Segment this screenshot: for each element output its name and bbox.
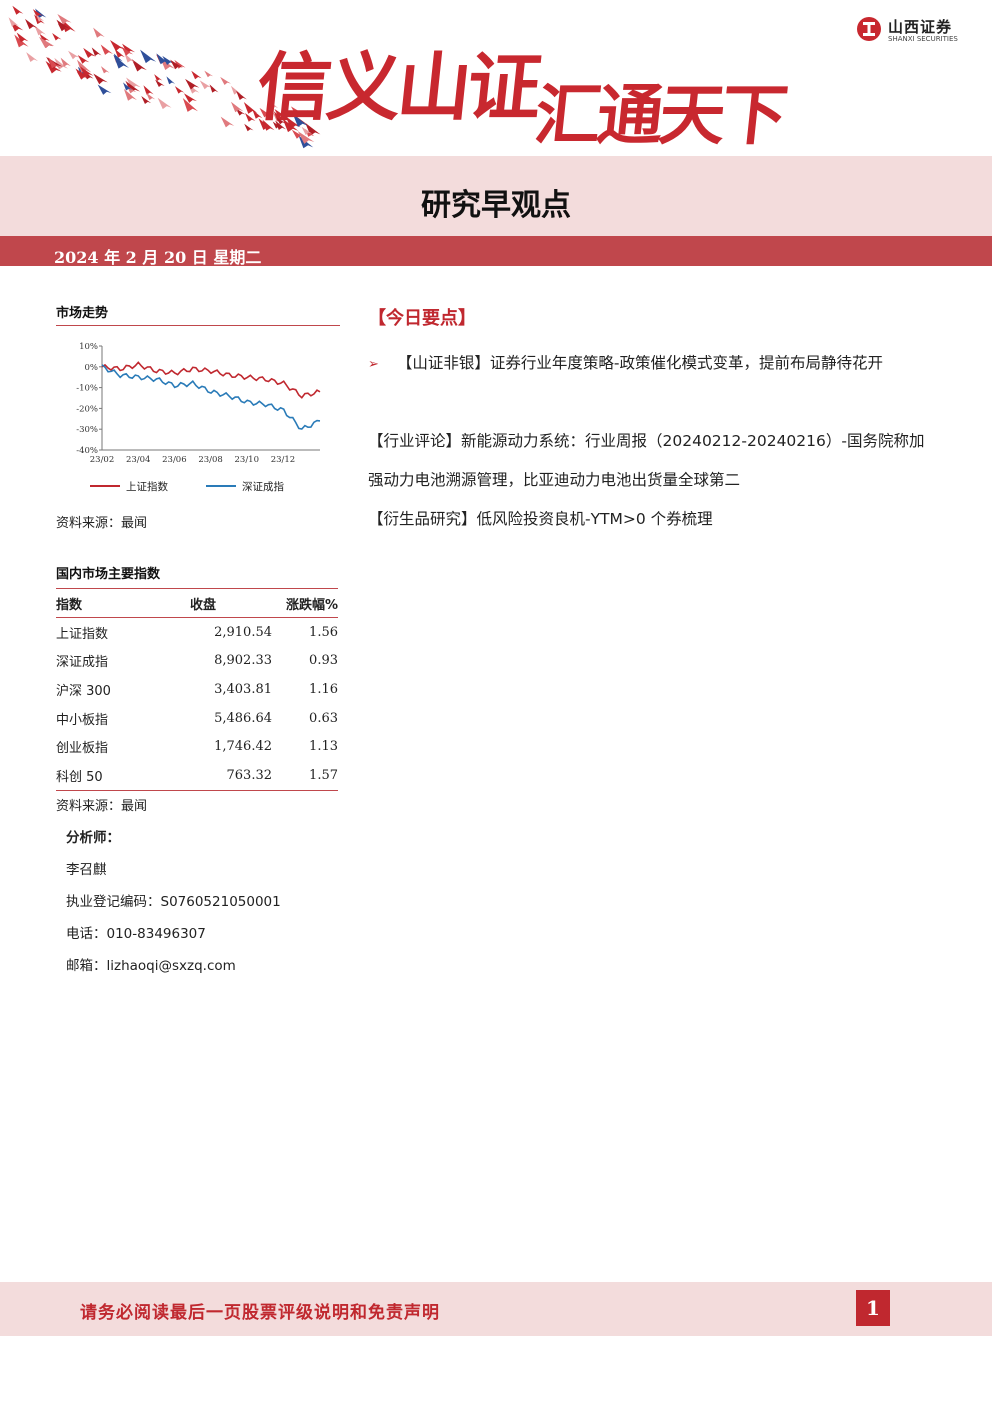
highlight-item-2[interactable]: 【行业评论】新能源动力系统：行业周报（20240212-20240216）-国务…	[368, 422, 938, 500]
highlights-heading: 【今日要点】	[368, 308, 476, 329]
logo-icon	[857, 17, 881, 41]
highlight-text-2: 【行业评论】新能源动力系统：行业周报（20240212-20240216）-国务…	[368, 432, 925, 489]
arrow-shape	[191, 70, 202, 80]
table-row: 创业板指 1,746.42 1.13	[56, 732, 338, 761]
index-name-cell: 创业板指	[56, 741, 109, 757]
slogan-part2: 汇通天下	[531, 76, 788, 154]
arrow-shape	[220, 76, 231, 86]
analyst-name: 李召麒	[66, 862, 107, 878]
analyst-label: 分析师：	[66, 830, 120, 846]
index-name-cell: 沪深 300	[56, 683, 111, 699]
analyst-registration: 执业登记编码：S0760521050001	[66, 894, 281, 910]
arrow-shape	[100, 44, 114, 55]
page-number: 1	[856, 1290, 890, 1326]
col-close: 收盘	[176, 588, 272, 618]
table-row: 中小板指 5,486.64 0.63	[56, 704, 338, 733]
change-cell: 1.57	[272, 760, 338, 791]
arrow-shape	[93, 27, 105, 38]
table-source: 资料来源：最闻	[56, 799, 148, 814]
change-cell: 1.16	[309, 681, 338, 697]
close-cell: 5,486.64	[214, 710, 272, 726]
close-cell: 763.32	[176, 760, 272, 791]
arrow-shape	[25, 18, 38, 30]
index-name-cell: 中小板指	[56, 712, 109, 728]
table-row: 上证指数 2,910.54 1.56	[56, 618, 338, 647]
x-tick-label: 23/02	[90, 455, 115, 465]
y-tick-label: 10%	[79, 342, 98, 352]
highlight-text-3: 【衍生品研究】低风险投资良机-YTM>0 个券梳理	[368, 510, 713, 528]
analyst-phone: 电话：010-83496307	[66, 926, 206, 942]
highlight-item-3[interactable]: 【衍生品研究】低风险投资良机-YTM>0 个券梳理	[368, 500, 938, 539]
arrow-shape	[157, 97, 172, 110]
disclaimer-note[interactable]: 请务必阅读最后一页股票评级说明和免责声明	[80, 1298, 440, 1323]
index-name-cell: 科创 50	[56, 760, 176, 791]
market-trend-heading: 市场走势	[56, 302, 340, 326]
change-cell: 0.93	[309, 653, 338, 669]
highlight-text-1: 【山证非银】证券行业年度策略-政策催化模式变革，提前布局静待花开	[396, 354, 884, 372]
arrow-shape	[12, 5, 24, 15]
arrow-shape	[166, 76, 176, 85]
arrow-shape	[93, 73, 108, 85]
close-cell: 2,910.54	[214, 624, 272, 640]
arrow-shape	[140, 49, 157, 64]
change-cell: 1.56	[309, 624, 338, 640]
arrow-shape	[100, 66, 110, 74]
arrow-shape	[91, 47, 102, 56]
arrow-shape	[155, 79, 165, 88]
arrow-bullet-icon: ➢	[368, 357, 379, 372]
arrow-shape	[174, 86, 185, 94]
col-index: 指数	[56, 588, 176, 618]
arrow-shape	[34, 25, 46, 36]
table-row: 科创 50 763.32 1.57	[56, 760, 338, 791]
indices-heading: 国内市场主要指数	[56, 567, 161, 582]
highlight-item-1[interactable]: ➢ 【山证非银】证券行业年度策略-政策催化模式变革，提前布局静待花开	[368, 344, 938, 384]
table-row: 深证成指 8,902.33 0.93	[56, 647, 338, 676]
analyst-email[interactable]: 邮箱：lizhaoqi@sxzq.com	[66, 954, 236, 974]
table-header-row: 指数 收盘 涨跌幅%	[56, 588, 338, 618]
y-tick-label: -10%	[76, 384, 98, 394]
index-name-cell: 深证成指	[56, 655, 109, 671]
change-cell: 0.63	[309, 710, 338, 726]
chart-source: 资料来源：最闻	[56, 516, 148, 531]
x-tick-label: 23/10	[235, 455, 260, 465]
series-line-2	[101, 364, 321, 430]
table-row: 沪深 300 3,403.81 1.16	[56, 675, 338, 704]
arrow-shape	[122, 43, 136, 54]
arrow-shape	[220, 116, 235, 128]
arrow-shape	[123, 88, 137, 101]
logo-name-en: SHANXI SECURITIES	[888, 35, 958, 43]
slogan-part1: 信义山证	[252, 45, 542, 131]
footer-band: 请务必阅读最后一页股票评级说明和免责声明 1	[0, 1282, 992, 1336]
indices-table: 指数 收盘 涨跌幅% 上证指数 2,910.54 1.56 深证成指 8,902.33 0…	[56, 588, 338, 791]
legend-label: 深证成指	[242, 480, 284, 493]
y-tick-label: 0%	[85, 363, 99, 373]
y-tick-label: -20%	[76, 404, 98, 414]
logo-name-cn: 山西证券	[888, 18, 953, 36]
legend-label: 上证指数	[126, 480, 168, 493]
close-cell: 8,902.33	[214, 653, 272, 669]
index-name-cell: 上证指数	[56, 626, 109, 642]
close-cell: 3,403.81	[214, 681, 272, 697]
arrow-shape	[204, 70, 214, 78]
arrow-shape	[10, 20, 24, 32]
arrow-shape	[26, 52, 39, 63]
title-band: 研究早观点	[0, 156, 992, 236]
close-cell: 1,746.42	[214, 739, 272, 755]
company-logo[interactable]: 山西证券 SHANXI SECURITIES	[856, 16, 968, 46]
x-tick-label: 23/12	[271, 455, 296, 465]
date-band: 2024 年 2 月 20 日 星期二	[0, 236, 992, 267]
trend-chart-svg: 10%0%-10%-20%-30%-40%23/02 23/04 23/06 23/0…	[76, 342, 321, 493]
x-tick-label: 23/04	[126, 455, 151, 465]
page-title: 研究早观点	[421, 188, 571, 223]
y-tick-label: -30%	[76, 425, 98, 435]
col-change: 涨跌幅%	[272, 588, 338, 618]
report-date: 2024 年 2 月 20 日 星期二	[54, 248, 262, 267]
arrow-shape	[97, 84, 112, 95]
x-tick-label: 23/08	[198, 455, 223, 465]
arrow-shape	[52, 33, 62, 41]
market-trend-chart: 10% 0% -10% -20% -30% -40% 23/02 23/04 23/06 23/0…	[56, 334, 340, 500]
x-tick-label: 23/06	[162, 455, 187, 465]
header-banner: 信义山证 汇通天下 山西证券 SHANXI SECURITIES	[0, 0, 992, 156]
change-cell: 1.13	[309, 739, 338, 755]
